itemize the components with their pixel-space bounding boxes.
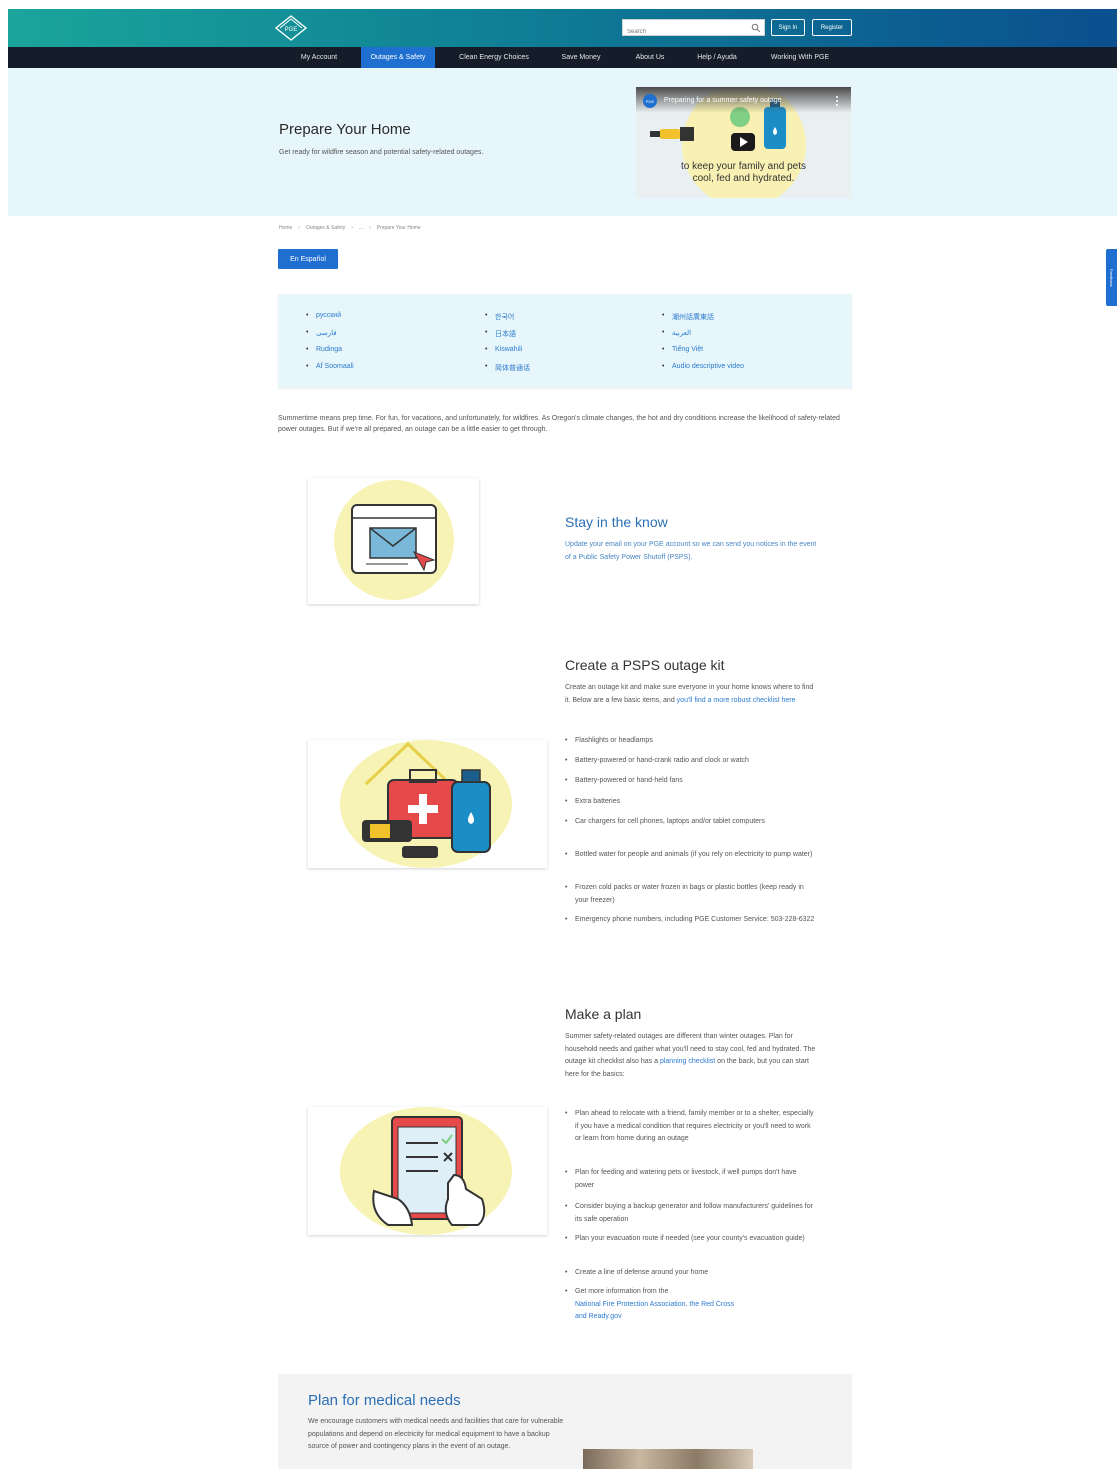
medical-title: Plan for medical needs [308,1392,461,1409]
search-input[interactable] [623,24,743,40]
page-title: Prepare Your Home [279,121,411,138]
kit-item: Bottled water for people and animals (if… [565,849,815,862]
medical-body: We encourage customers with medical need… [308,1418,564,1450]
page-subtitle: Get ready for wildfire season and potent… [279,149,484,156]
plan-title: Make a plan [565,1006,642,1022]
channel-avatar-icon: PGE [643,94,657,108]
play-icon[interactable] [731,133,755,151]
breadcrumb-outages[interactable]: Outages & Safety [306,225,345,231]
outage-kit-illustration [340,740,512,868]
espanol-button[interactable]: En Español [278,249,338,269]
lang-link[interactable]: Rudinga [306,346,342,353]
breadcrumb-home[interactable]: Home [279,225,292,231]
kit-title: Create a PSPS outage kit [565,657,725,673]
nav-help-ayuda[interactable]: Help / Ayuda [688,47,746,68]
kit-item: Car chargers for cell phones, laptops an… [565,816,815,829]
plan-item: Consider buying a backup generator and f… [565,1201,815,1226]
planning-checklist-link[interactable]: planning checklist [660,1058,715,1065]
medical-photo [583,1449,753,1469]
lang-link[interactable]: 潮州話廣東話 [662,312,714,322]
plan-item: Create a line of defense around your hom… [565,1267,815,1280]
intro-paragraph: Summertime means prep time. For fun, for… [278,415,840,433]
plan-illustration-card [308,1107,547,1235]
kit-body: Create an outage kit and make sure every… [565,684,814,704]
search-box[interactable] [622,19,765,40]
plan-item: Get more information from the National F… [565,1286,815,1324]
site-header: PGE Sign In Register [8,9,1117,47]
pge-logo[interactable]: PGE [274,15,308,41]
breadcrumb-current: Prepare Your Home [376,225,421,231]
plan-body: Summer safety-related outages are differ… [565,1033,816,1078]
lang-link[interactable]: Audio descriptive video [662,363,744,370]
language-links: русский فارسی Rudinga Af Soomaali 한국어 日本… [278,294,852,388]
hero-banner: Prepare Your Home Get ready for wildfire… [8,68,1117,216]
breadcrumb: Home › Outages & Safety › ... › Prepare You… [279,225,421,231]
nav-outages-safety[interactable]: Outages & Safety [361,47,435,68]
register-button[interactable]: Register [812,19,852,36]
email-illustration [334,480,454,600]
video-caption: to keep your family and pets cool, fed a… [680,161,807,184]
kit-item: Flashlights or headlamps [565,735,815,748]
video-player[interactable]: PGE Preparing for a summer safety outage… [636,87,851,198]
medical-needs-section: Plan for medical needs We encourage cust… [278,1374,852,1469]
kit-item: Emergency phone numbers, including PGE C… [565,914,815,927]
sign-in-button[interactable]: Sign In [771,19,805,36]
nfpa-link[interactable]: National Fire Protection Association, [575,1301,687,1308]
kit-item: Battery-powered or hand-held fans [565,775,815,788]
plan-item: Plan your evacuation route if needed (se… [565,1233,815,1246]
nav-about-us[interactable]: About Us [622,47,678,68]
lang-link[interactable]: فارسی [306,329,336,337]
nav-clean-energy[interactable]: Clean Energy Choices [448,47,540,68]
nav-save-money[interactable]: Save Money [552,47,610,68]
kit-item: Frozen cold packs or water frozen in bag… [565,882,815,907]
kit-item: Extra batteries [565,796,815,809]
red-cross-link[interactable]: the Red Cross [689,1301,734,1308]
stay-body[interactable]: Update your email on your PGE account so… [565,539,823,564]
nav-my-account[interactable]: My Account [289,47,349,68]
email-illustration-card [308,478,479,604]
ready-gov-link[interactable]: and Ready.gov [575,1313,622,1320]
breadcrumb-ellipsis[interactable]: ... [359,225,363,231]
kit-item: Battery-powered or hand-crank radio and … [565,755,815,768]
lang-link[interactable]: Tiếng Việt [662,346,703,353]
page: PGE Sign In Register My Account Outages … [0,0,1117,1469]
lang-link[interactable]: 简体普通话 [485,363,530,373]
main-nav: My Account Outages & Safety Clean Energy… [8,47,1117,68]
more-options-icon[interactable] [834,95,840,107]
lang-link[interactable]: Kiswahili [485,346,522,353]
stay-title: Stay in the know [565,514,668,530]
checklist-illustration [340,1107,512,1235]
plan-item: Plan ahead to relocate with a friend, fa… [565,1108,815,1146]
lang-link[interactable]: Af Soomaali [306,363,354,370]
lang-link[interactable]: 日本語 [485,329,516,339]
logo-text: PGE [285,27,298,33]
svg-text:PGE: PGE [646,99,655,104]
lang-link[interactable]: العربية [662,329,691,337]
kit-illustration-card [308,740,547,868]
lang-link[interactable]: русский [306,312,341,319]
search-icon[interactable] [751,23,761,33]
checklist-link[interactable]: you'll find a more robust checklist here [677,697,796,704]
video-title: Preparing for a summer safety outage [664,97,782,104]
nav-working-with-pge[interactable]: Working With PGE [762,47,838,68]
feedback-tab[interactable]: Feedback [1106,249,1117,306]
lang-link[interactable]: 한국어 [485,312,515,322]
plan-item: Plan for feeding and watering pets or li… [565,1167,815,1192]
